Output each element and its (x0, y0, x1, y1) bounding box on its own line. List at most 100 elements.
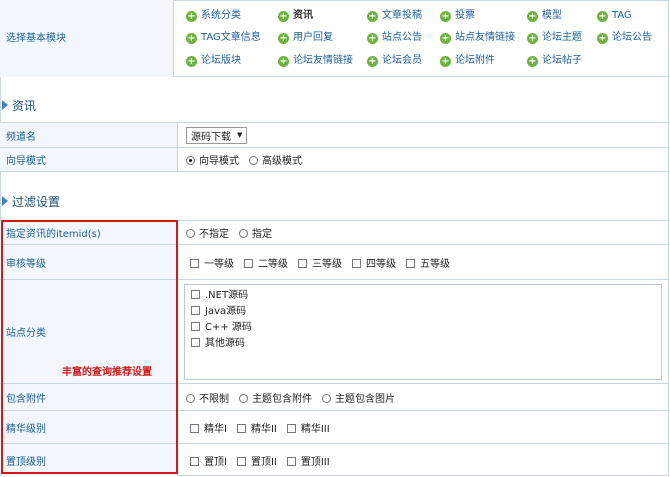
radio-empty-icon (249, 156, 258, 165)
checkbox-digest[interactable]: 精华II (236, 420, 277, 435)
checkbox-icon (352, 258, 361, 268)
radio-empty-icon (239, 393, 248, 403)
module-item[interactable]: + 论坛会员 (367, 54, 422, 68)
checkbox-top[interactable]: 置顶III (286, 453, 330, 468)
module-item-label: 论坛帖子 (542, 55, 582, 66)
plus-circle-icon: + (440, 56, 451, 67)
checkbox-grade[interactable]: 五等级 (406, 255, 450, 270)
checkbox-icon (190, 456, 199, 466)
module-item[interactable]: + 站点友情链接 (440, 31, 515, 45)
plus-circle-icon: + (186, 33, 197, 44)
module-item-label: 文章投稿 (382, 10, 422, 21)
module-item[interactable]: + 用户回复 (278, 31, 333, 45)
checkbox-grade[interactable]: 三等级 (298, 255, 342, 270)
checkbox-grade[interactable]: 四等级 (352, 255, 396, 270)
radio-empty-icon (186, 229, 195, 238)
dropdown-arrow-icon: ▼ (237, 131, 243, 139)
checkbox-icon (236, 423, 246, 433)
module-item[interactable]: + 投票 (440, 9, 475, 23)
plus-circle-icon: + (440, 33, 451, 44)
category-listbox[interactable]: .NET源码 Java源码 C++ 源码 其他源码 (184, 284, 662, 380)
module-item[interactable]: + TAG (597, 9, 632, 23)
checkbox-top[interactable]: 置顶I (190, 453, 227, 468)
module-item[interactable]: + TAG文章信息 (186, 31, 261, 45)
radio-advanced-mode[interactable]: 高级模式 (249, 152, 302, 167)
checkbox-grade[interactable]: 二等级 (244, 255, 288, 270)
checkbox-digest[interactable]: 精华III (286, 420, 330, 435)
module-item-label: 论坛公告 (612, 32, 652, 43)
checkbox-icon (191, 338, 200, 347)
radio-attachment[interactable]: 主题包含附件 (239, 390, 312, 405)
module-item-label: TAG文章信息 (201, 32, 261, 43)
module-item-label: 资讯 (293, 10, 313, 21)
module-item-label: 站点公告 (382, 32, 422, 43)
checkbox-digest[interactable]: 精华I (190, 420, 227, 435)
row-wizard: 向导模式 向导模式 高级模式 (0, 147, 669, 172)
channel-label: 频道名 (0, 123, 178, 147)
wizard-label: 向导模式 (0, 148, 178, 171)
radio-wizard-mode[interactable]: 向导模式 (186, 152, 239, 167)
module-item[interactable]: + 论坛友情链接 (278, 54, 353, 68)
checkbox-icon (406, 258, 415, 268)
plus-circle-icon: + (440, 11, 451, 22)
radio-specified[interactable]: 指定 (239, 225, 272, 240)
radio-selected-icon (186, 156, 195, 165)
triangle-right-icon (2, 196, 8, 206)
module-item[interactable]: + 模型 (527, 9, 562, 23)
plus-circle-icon: + (367, 33, 378, 44)
module-item[interactable]: + 论坛版块 (186, 54, 241, 68)
checkbox-icon (298, 258, 307, 268)
module-item[interactable]: + 论坛帖子 (527, 54, 582, 68)
checkbox-grade[interactable]: 一等级 (190, 255, 234, 270)
channel-select[interactable]: 源码下载 ▼ (186, 126, 248, 144)
checkbox-icon (236, 456, 246, 466)
plus-circle-icon: + (367, 56, 378, 67)
checkbox-icon (286, 456, 296, 466)
module-chooser: 选择基本模块 + 系统分类 + 资讯 + 文章投稿 + 投票 + 模型 + TAG + TAG文章信息 + 用… (0, 0, 669, 77)
radio-attachment[interactable]: 主题包含图片 (322, 390, 395, 405)
module-item-label: 论坛附件 (455, 55, 495, 66)
plus-circle-icon: + (186, 56, 197, 67)
module-item-label: 系统分类 (201, 10, 241, 21)
module-item-label: 论坛友情链接 (293, 55, 353, 66)
row-channel: 频道名 源码下载 ▼ (0, 122, 669, 147)
category-list-item[interactable]: C++ 源码 (189, 320, 657, 336)
radio-attachment[interactable]: 不限制 (186, 390, 229, 405)
radio-empty-icon (186, 393, 195, 403)
module-item[interactable]: + 文章投稿 (367, 9, 422, 23)
checkbox-icon (191, 306, 200, 315)
checkbox-icon (191, 322, 200, 331)
checkbox-icon (286, 423, 296, 433)
module-item[interactable]: + 资讯 (278, 9, 313, 23)
plus-circle-icon: + (186, 11, 197, 22)
section-title-filter: 过滤设置 (2, 194, 60, 210)
checkbox-top[interactable]: 置顶II (236, 453, 277, 468)
module-item[interactable]: + 论坛附件 (440, 54, 495, 68)
module-item-label: 用户回复 (293, 32, 333, 43)
module-item-label: 论坛会员 (382, 55, 422, 66)
category-list-item[interactable]: 其他源码 (189, 336, 657, 352)
checkbox-icon (190, 423, 199, 433)
plus-circle-icon: + (527, 33, 538, 44)
module-item-label: TAG (612, 10, 632, 21)
highlight-box (1, 220, 178, 474)
module-item[interactable]: + 站点公告 (367, 31, 422, 45)
category-list-item[interactable]: Java源码 (189, 304, 657, 320)
radio-empty-icon (322, 393, 331, 403)
module-item[interactable]: + 论坛公告 (597, 31, 652, 45)
module-item-label: 投票 (455, 10, 475, 21)
checkbox-icon (191, 290, 200, 299)
module-chooser-label: 选择基本模块 (0, 0, 174, 77)
category-list-item[interactable]: .NET源码 (189, 288, 657, 304)
plus-circle-icon: + (527, 56, 538, 67)
plus-circle-icon: + (278, 56, 289, 67)
module-item-label: 模型 (542, 10, 562, 21)
module-item[interactable]: + 系统分类 (186, 9, 241, 23)
module-item-label: 站点友情链接 (455, 32, 515, 43)
checkbox-icon (244, 258, 253, 268)
radio-unspecified[interactable]: 不指定 (186, 225, 229, 240)
radio-empty-icon (239, 229, 248, 238)
annotation-note: 丰富的查询推荐设置 (62, 367, 152, 378)
module-item-label: 论坛版块 (201, 55, 241, 66)
module-item[interactable]: + 论坛主题 (527, 31, 582, 45)
